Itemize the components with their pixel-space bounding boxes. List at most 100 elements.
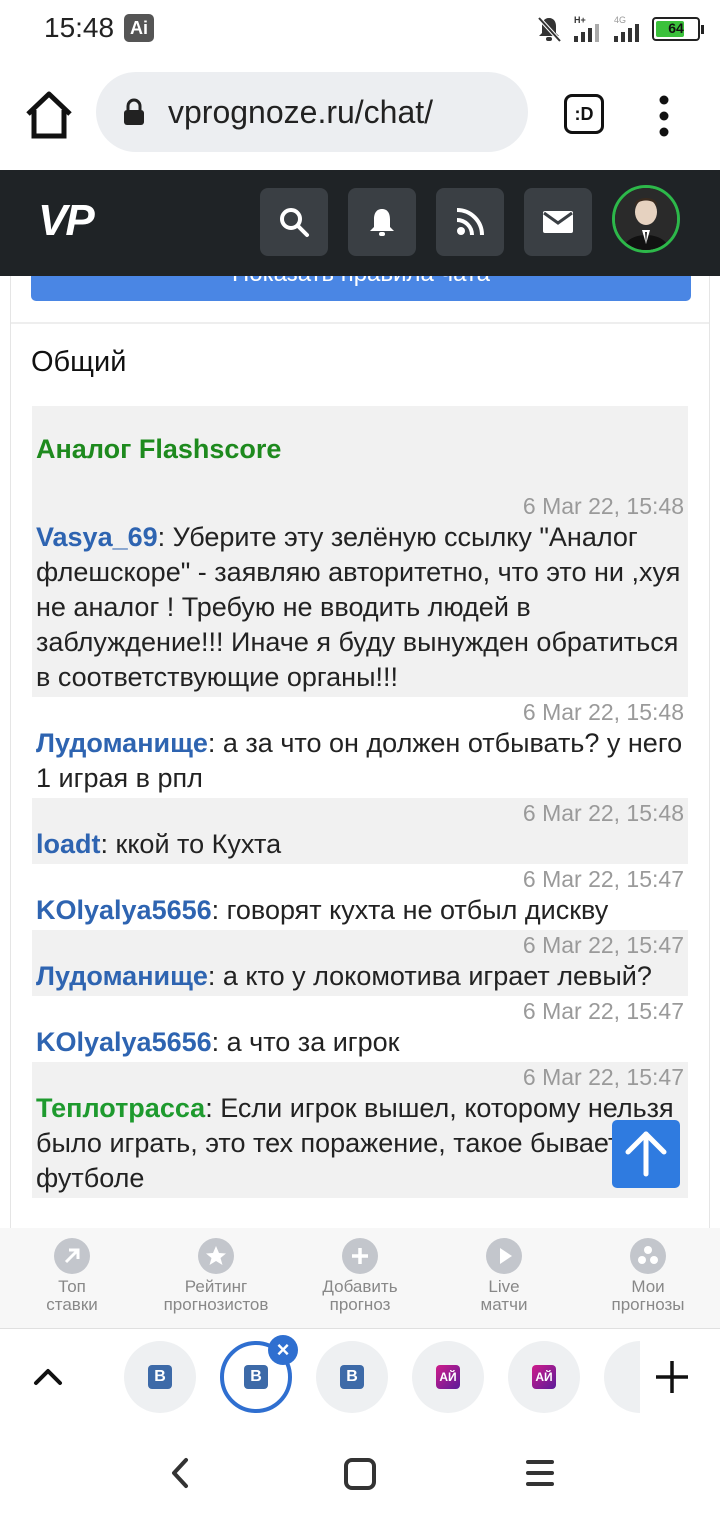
site-logo[interactable]: VP xyxy=(38,196,95,246)
home-icon[interactable] xyxy=(22,88,76,142)
chevron-up-icon[interactable] xyxy=(30,1359,66,1395)
nav-label: ставки xyxy=(46,1295,98,1314)
tab-switcher-button[interactable]: :D xyxy=(564,94,604,134)
bell-icon xyxy=(370,209,394,236)
message-username[interactable]: KOlyalya5656 xyxy=(36,895,212,925)
star-icon xyxy=(198,1238,234,1274)
mute-icon xyxy=(537,16,562,43)
message-time: 6 Mar 22, 15:47 xyxy=(522,1064,684,1090)
message-username[interactable]: Vasya_69 xyxy=(36,522,158,552)
message-time: 6 Mar 22, 15:48 xyxy=(522,699,684,725)
arrow-up-icon xyxy=(625,1131,667,1177)
show-rules-button[interactable]: Показать правила чата xyxy=(31,276,691,301)
messages-button[interactable] xyxy=(524,188,592,256)
feed-button[interactable] xyxy=(436,188,504,256)
browser-tab[interactable]: B xyxy=(124,1341,196,1413)
message-text: : а кто у локомотива играет левый? xyxy=(207,961,652,991)
chat-message: 6 Mar 22, 15:47 KOlyalya5656: а что за и… xyxy=(32,996,688,1062)
pinned-link[interactable]: Аналог Flashscore xyxy=(32,406,688,491)
tab-favicon: B xyxy=(244,1365,268,1389)
message-username[interactable]: Теплотрасса xyxy=(36,1093,205,1123)
message-time: 6 Mar 22, 15:48 xyxy=(522,493,684,519)
user-avatar[interactable] xyxy=(612,185,680,253)
message-text: : а что за игрок xyxy=(211,1027,400,1057)
browser-tab[interactable]: АЙ xyxy=(508,1341,580,1413)
close-tab-button[interactable]: × xyxy=(268,1335,298,1365)
nav-label: Топ xyxy=(58,1277,86,1296)
recent-apps-icon[interactable] xyxy=(524,1456,556,1490)
browser-tab-partial[interactable] xyxy=(604,1341,640,1413)
address-bar[interactable]: vprognoze.ru/chat/ xyxy=(96,72,528,152)
chat-message: 6 Mar 22, 15:47 Теплотрасса: Если игрок … xyxy=(32,1062,688,1198)
nav-rating[interactable]: Рейтинг прогнозистов xyxy=(144,1238,288,1314)
battery-icon: 64 xyxy=(652,17,704,41)
message-time: 6 Mar 22, 15:47 xyxy=(522,998,684,1024)
play-icon xyxy=(486,1238,522,1274)
nav-label: прогноз xyxy=(329,1295,391,1314)
tab-favicon: АЙ xyxy=(436,1365,460,1389)
plus-icon xyxy=(342,1238,378,1274)
site-header: VP xyxy=(0,170,720,276)
battery-level: 64 xyxy=(668,20,684,36)
chat-message: 6 Mar 22, 15:48 Лудоманище: а за что он … xyxy=(32,697,688,798)
nav-label: Live xyxy=(488,1277,520,1296)
notifications-button[interactable] xyxy=(348,188,416,256)
chat-panel: Показать правила чата Общий Аналог Flash… xyxy=(10,276,710,1228)
url-text[interactable]: vprognoze.ru/chat/ xyxy=(168,94,433,131)
divider xyxy=(11,322,709,324)
tab-favicon: B xyxy=(340,1365,364,1389)
nav-label: прогнозы xyxy=(611,1295,685,1314)
tab-strip: B B × B АЙ АЙ xyxy=(0,1328,720,1426)
ai-badge: Ai xyxy=(124,14,154,42)
status-time: 15:48 xyxy=(44,12,115,43)
nav-live-matches[interactable]: Live матчи xyxy=(432,1238,576,1314)
chat-messages[interactable]: Аналог Flashscore 6 Mar 22, 15:48 Vasya_… xyxy=(32,406,688,1198)
chat-title: Общий xyxy=(31,346,127,378)
message-username[interactable]: Лудоманище xyxy=(36,728,208,758)
avatar-image xyxy=(615,188,677,250)
system-navigation-bar xyxy=(0,1426,720,1520)
nav-label: Мои xyxy=(631,1277,665,1296)
signal-4g-icon: 4G xyxy=(614,15,639,42)
back-icon[interactable] xyxy=(166,1456,196,1490)
status-icons: H+ 4G 64 xyxy=(536,14,704,44)
signal-h-plus-icon: H+ xyxy=(574,15,599,42)
more-menu-icon[interactable] xyxy=(652,92,676,140)
message-username[interactable]: loadt xyxy=(36,829,101,859)
message-time: 6 Mar 22, 15:47 xyxy=(522,932,684,958)
balls-icon xyxy=(630,1238,666,1274)
tab-favicon: B xyxy=(148,1365,172,1389)
home-square-icon[interactable] xyxy=(342,1456,378,1492)
chat-message: 6 Mar 22, 15:48 loadt: ккой то Кухта xyxy=(32,798,688,864)
chat-message: 6 Mar 22, 15:47 KOlyalya5656: говорят ку… xyxy=(32,864,688,930)
mail-icon xyxy=(543,211,573,233)
bottom-navigation: Топ ставки Рейтинг прогнозистов Добавить пр… xyxy=(0,1228,720,1328)
message-username[interactable]: KOlyalya5656 xyxy=(36,1027,212,1057)
browser-toolbar: vprognoze.ru/chat/ :D xyxy=(0,60,720,170)
search-button[interactable] xyxy=(260,188,328,256)
chat-message: 6 Mar 22, 15:47 Лудоманище: а кто у локо… xyxy=(32,930,688,996)
tab-favicon: АЙ xyxy=(532,1365,556,1389)
message-text: : ккой то Кухта xyxy=(100,829,282,859)
scroll-to-top-button[interactable] xyxy=(612,1120,680,1188)
message-text: : говорят кухта не отбыл дискву xyxy=(211,895,609,925)
message-time: 6 Mar 22, 15:48 xyxy=(522,800,684,826)
nav-label: Добавить xyxy=(322,1277,398,1296)
message-username[interactable]: Лудоманище xyxy=(36,961,208,991)
nav-label: матчи xyxy=(480,1295,528,1314)
svg-text:4G: 4G xyxy=(614,15,626,25)
browser-tab-active[interactable]: B × xyxy=(220,1335,298,1413)
nav-label: прогнозистов xyxy=(163,1295,269,1314)
browser-tab[interactable]: АЙ xyxy=(412,1341,484,1413)
nav-add-forecast[interactable]: Добавить прогноз xyxy=(288,1238,432,1314)
browser-tab[interactable]: B xyxy=(316,1341,388,1413)
message-time: 6 Mar 22, 15:47 xyxy=(522,866,684,892)
new-tab-plus-icon[interactable] xyxy=(652,1357,692,1397)
chat-message: 6 Mar 22, 15:48 Vasya_69: Уберите эту зе… xyxy=(32,491,688,697)
arrow-up-right-icon xyxy=(54,1238,90,1274)
nav-my-forecasts[interactable]: Мои прогнозы xyxy=(576,1238,720,1314)
nav-label: Рейтинг xyxy=(184,1277,248,1296)
nav-top-bets[interactable]: Топ ставки xyxy=(0,1238,144,1314)
status-bar: 15:48 Ai H+ 4G 64 xyxy=(0,0,720,60)
lock-icon xyxy=(124,98,144,125)
